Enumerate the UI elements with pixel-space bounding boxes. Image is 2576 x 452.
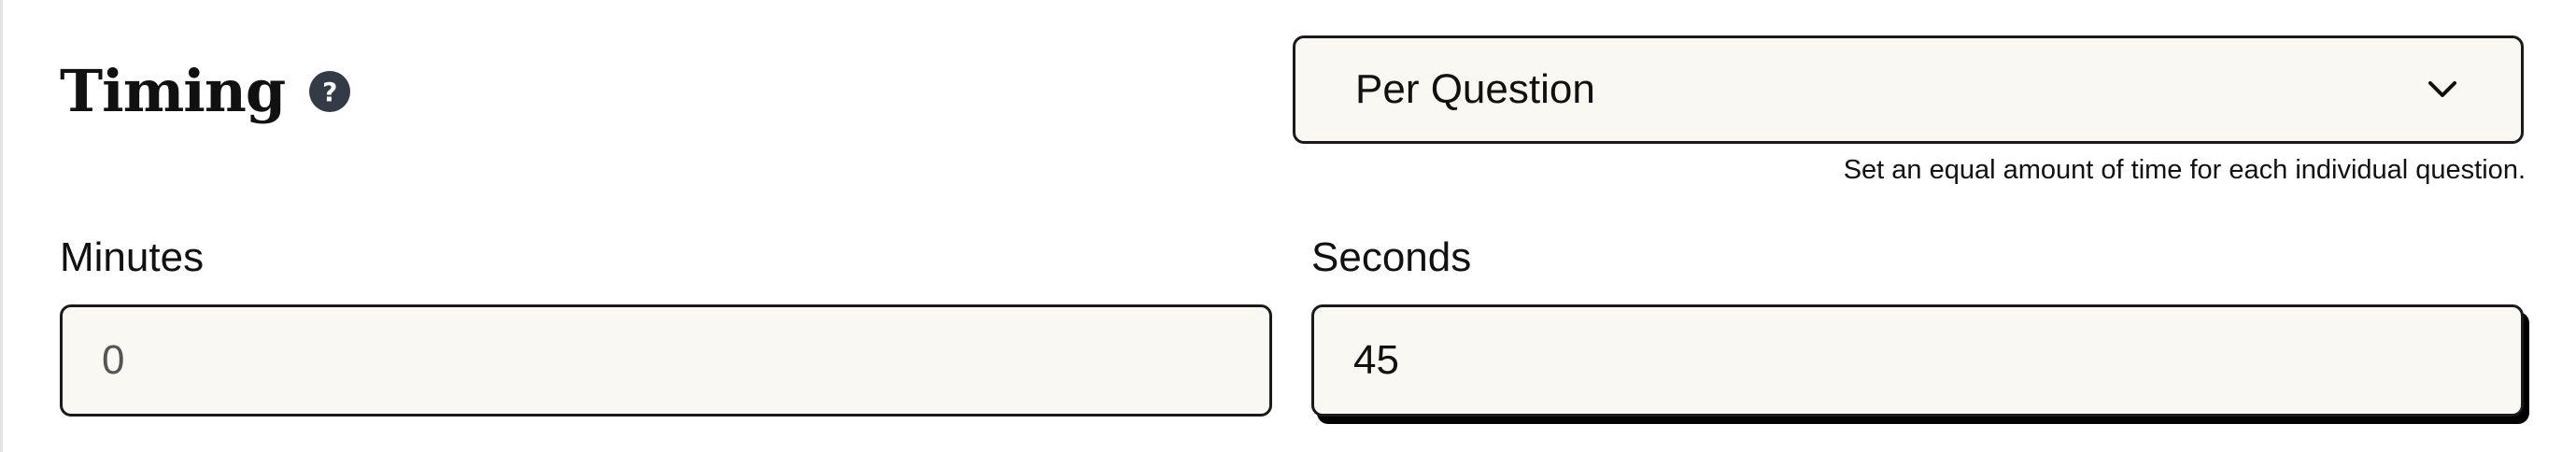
chevron-down-icon xyxy=(2426,73,2459,106)
seconds-input[interactable] xyxy=(1311,304,2524,417)
question-circle-icon[interactable]: ? xyxy=(309,71,351,112)
timing-heading-row: Timing ? xyxy=(60,52,351,131)
timing-mode-value: Per Question xyxy=(1355,66,1595,112)
section-title: Timing xyxy=(60,57,286,125)
seconds-label: Seconds xyxy=(1311,234,1472,280)
left-divider xyxy=(0,0,3,452)
minutes-label: Minutes xyxy=(60,234,205,280)
minutes-input[interactable] xyxy=(60,304,1272,417)
timing-mode-select[interactable]: Per Question xyxy=(1293,35,2524,144)
timing-mode-hint: Set an equal amount of time for each ind… xyxy=(1843,155,2526,185)
